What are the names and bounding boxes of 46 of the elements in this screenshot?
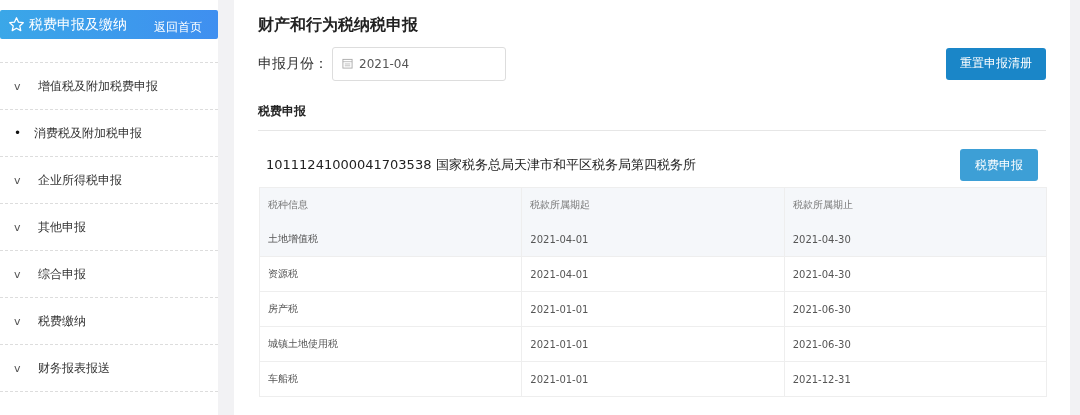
table-cell: 2021-12-31 xyxy=(784,361,1047,397)
table-cell: 城镇土地使用税 xyxy=(259,326,522,362)
table-cell: 车船税 xyxy=(259,361,522,397)
column-header: 税款所属期起 xyxy=(521,187,785,222)
tax-office-name: 10111241000041703538 国家税务总局天津市和平区税务局第四税务所 xyxy=(266,156,696,174)
calendar-icon xyxy=(342,58,353,69)
sidebar-item[interactable]: v 其他申报 xyxy=(0,204,218,251)
sidebar-item[interactable]: v 财务报表报送 xyxy=(0,345,218,392)
table-row[interactable]: 资源税 2021-04-01 2021-04-30 xyxy=(259,256,1047,292)
table-cell: 2021-04-30 xyxy=(784,256,1047,292)
section-title: 税费申报 xyxy=(258,81,1046,131)
table-row[interactable]: 土地增值税 2021-04-01 2021-04-30 xyxy=(259,222,1047,257)
sidebar-item[interactable]: v 增值税及附加税费申报 xyxy=(0,63,218,110)
table-cell: 2021-04-01 xyxy=(521,222,785,257)
table-cell: 2021-06-30 xyxy=(784,326,1047,362)
sidebar-item[interactable]: • 消费税及附加税申报 xyxy=(0,110,218,157)
table-cell: 土地增值税 xyxy=(259,222,522,257)
table-cell: 2021-01-01 xyxy=(521,291,785,327)
table-cell: 2021-04-30 xyxy=(784,222,1047,257)
chevron-icon: v xyxy=(14,79,38,93)
table-cell: 2021-01-01 xyxy=(521,361,785,397)
table-cell: 资源税 xyxy=(259,256,522,292)
table-cell: 2021-01-01 xyxy=(521,326,785,362)
page-title: 财产和行为税纳税申报 xyxy=(258,15,419,36)
table-row[interactable]: 房产税 2021-01-01 2021-06-30 xyxy=(259,291,1047,327)
table-cell: 2021-06-30 xyxy=(784,291,1047,327)
sidebar-item[interactable]: v 税费缴纳 xyxy=(0,298,218,345)
chevron-icon: v xyxy=(14,267,38,281)
month-field[interactable]: 2021-04 xyxy=(332,46,506,81)
table-row[interactable]: 车船税 2021-01-01 2021-12-31 xyxy=(259,361,1047,397)
sidebar-item[interactable]: v 综合申报 xyxy=(0,251,218,298)
month-label: 申报月份： xyxy=(258,54,328,73)
table-cell: 房产税 xyxy=(259,291,522,327)
chevron-icon: v xyxy=(14,220,38,234)
table-row[interactable]: 城镇土地使用税 2021-01-01 2021-06-30 xyxy=(259,326,1047,362)
star-icon xyxy=(8,16,25,33)
table-cell: 2021-04-01 xyxy=(521,256,785,292)
sidebar-title: 税费申报及缴纳 xyxy=(29,15,127,34)
chevron-icon: v xyxy=(14,314,38,328)
reset-button[interactable]: 重置申报清册 xyxy=(946,47,1046,80)
chevron-icon: v xyxy=(14,173,38,187)
sidebar-item[interactable]: v 企业所得税申报 xyxy=(0,157,218,204)
bullet-icon: • xyxy=(14,126,34,140)
chevron-icon: v xyxy=(14,361,38,375)
column-header: 税款所属期止 xyxy=(784,187,1047,222)
column-header: 税种信息 xyxy=(259,187,522,222)
